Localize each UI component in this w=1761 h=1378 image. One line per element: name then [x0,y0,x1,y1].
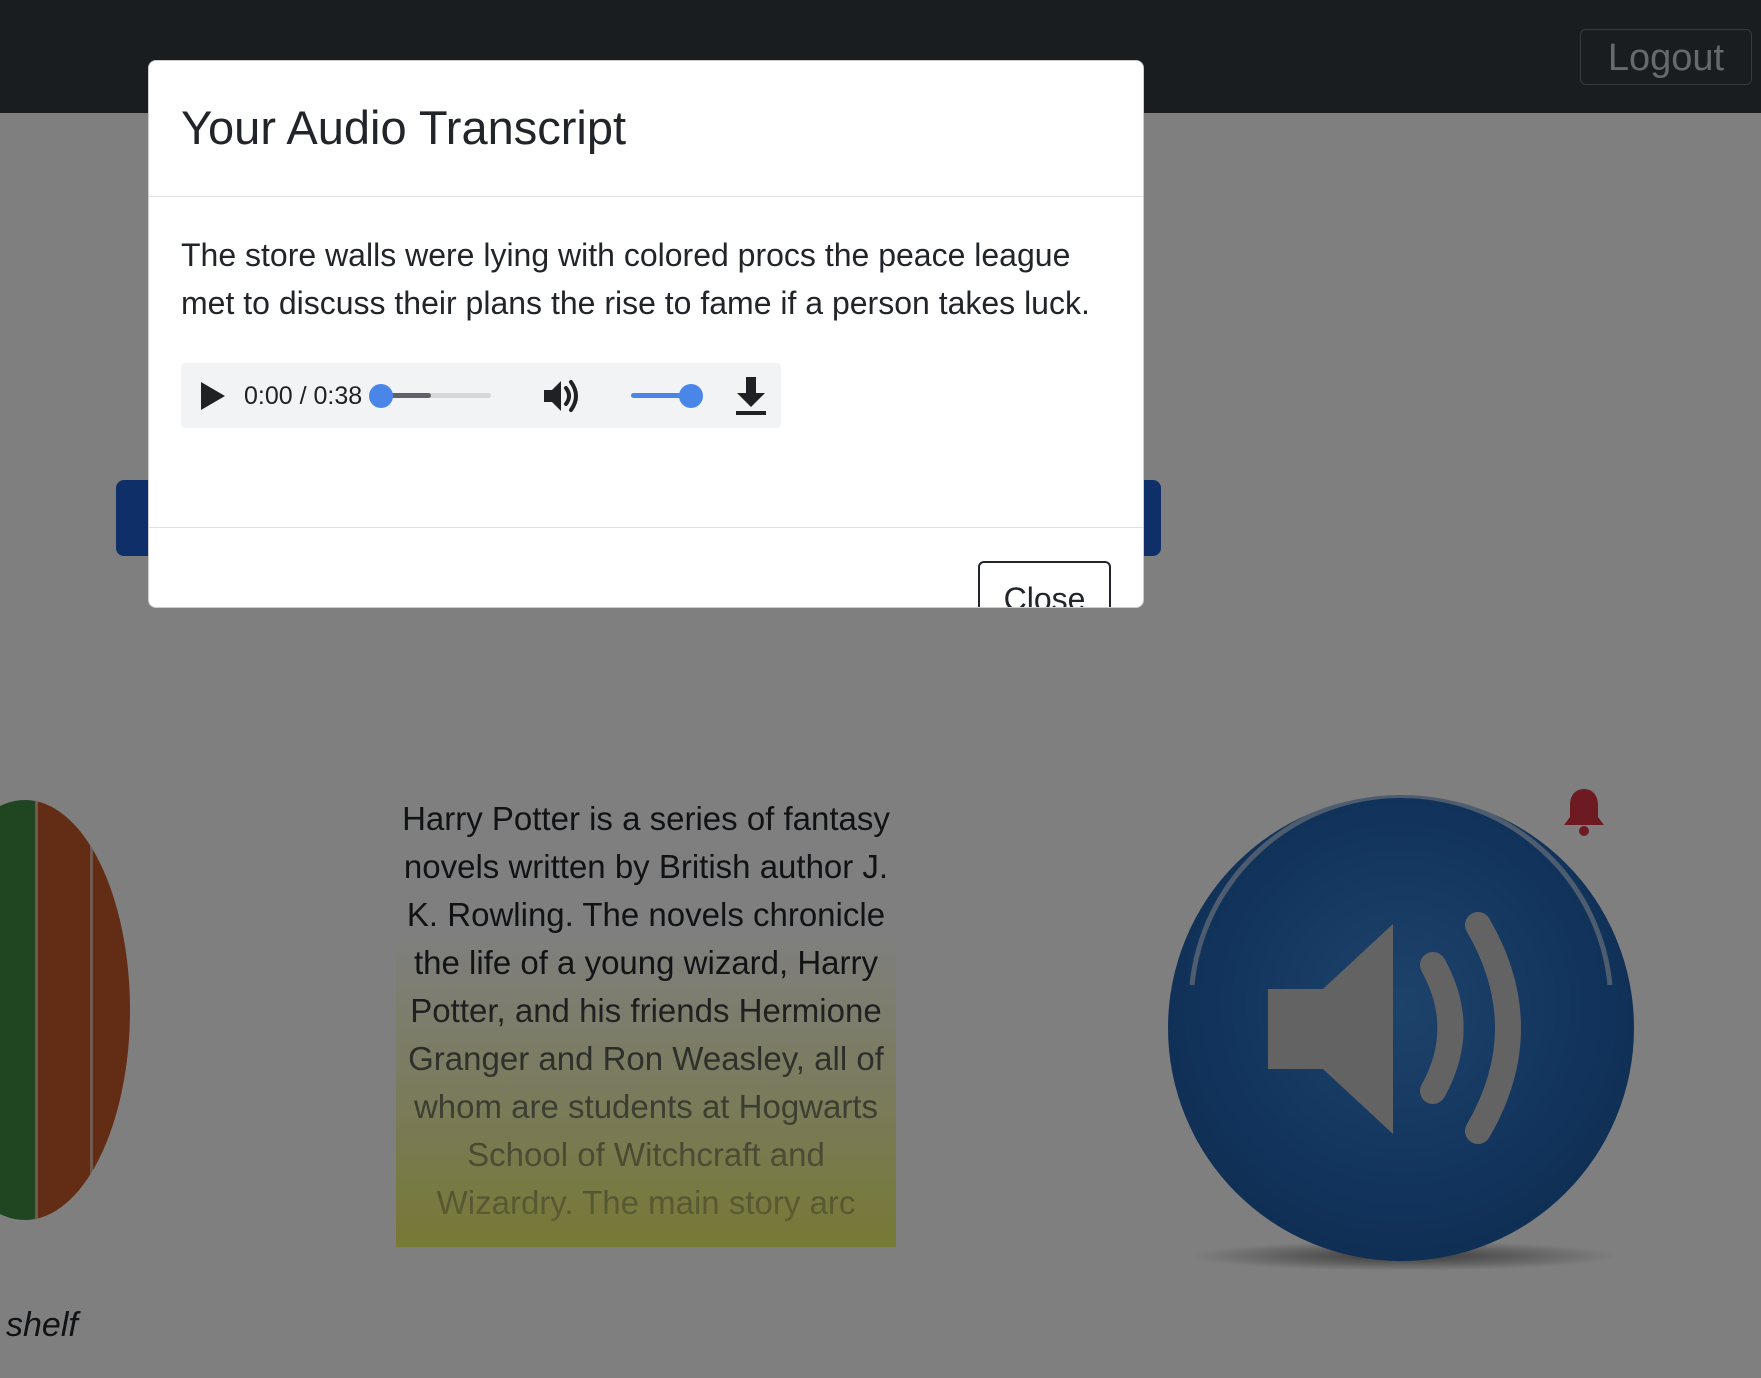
mute-button[interactable] [541,376,581,416]
download-button[interactable] [731,375,771,417]
volume-icon [544,380,578,412]
audio-transcript-modal: Your Audio Transcript The store walls we… [148,60,1144,608]
close-button[interactable]: Close [978,561,1111,607]
audio-player: 0:00 / 0:38 [181,363,781,428]
play-button[interactable] [195,379,229,413]
volume-thumb[interactable] [679,384,703,408]
modal-header: Your Audio Transcript [149,61,1143,197]
modal-body: The store walls were lying with colored … [149,197,1143,528]
modal-title: Your Audio Transcript [181,101,627,154]
play-icon [201,382,225,410]
transcript-text: The store walls were lying with colored … [181,237,1090,321]
modal-footer: Close [149,528,1143,607]
progress-thumb[interactable] [369,384,393,408]
download-icon [736,377,766,415]
time-display: 0:00 / 0:38 [244,382,363,410]
volume-slider[interactable] [631,384,703,408]
progress-slider[interactable] [369,384,491,408]
